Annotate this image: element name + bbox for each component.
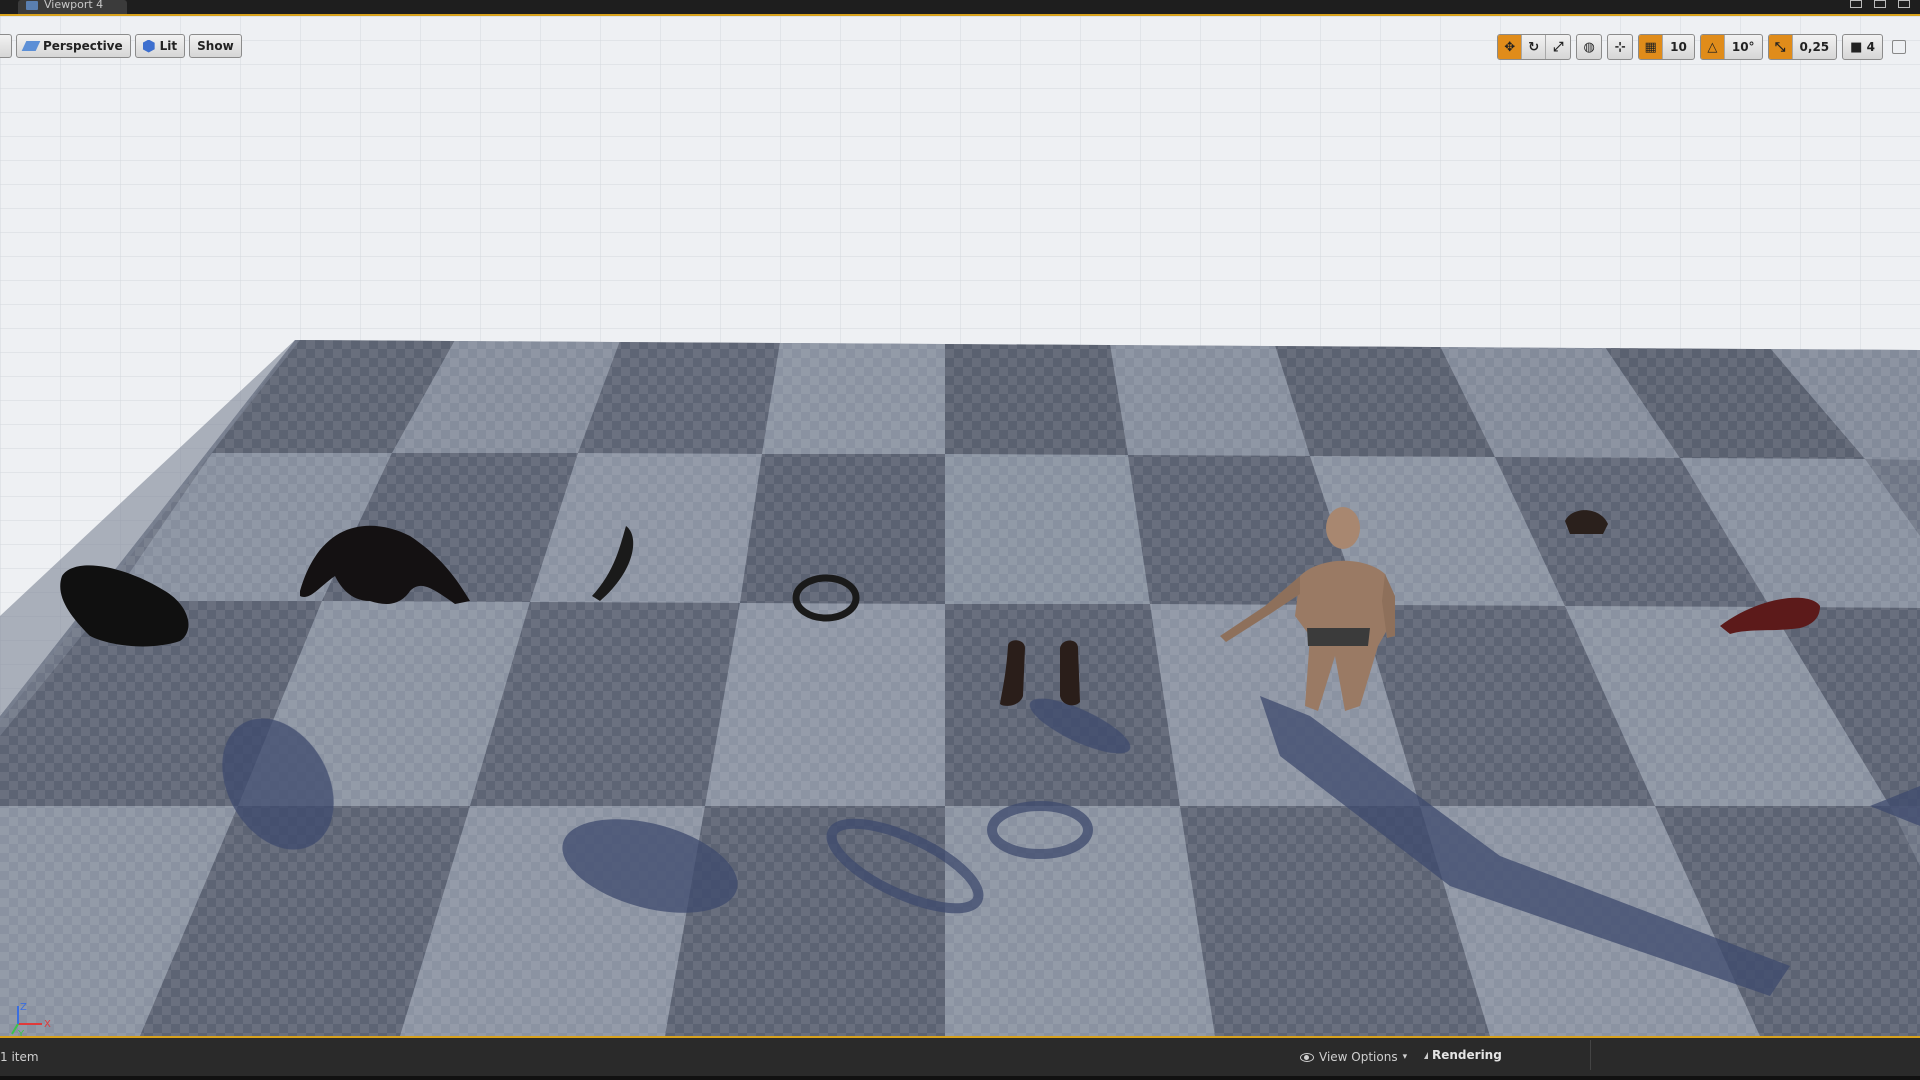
viewport-toolbar-left: Perspective Lit Show xyxy=(0,34,242,58)
rotate-icon: ↻ xyxy=(1528,39,1540,55)
rotation-snap: △ 10° xyxy=(1699,34,1763,60)
rotation-snap-toggle[interactable]: △ xyxy=(1700,35,1725,59)
level-viewport[interactable]: Perspective Lit Show ✥ ↻ ⤢ ◍ ⊹ ▦ 10 △ 10… xyxy=(0,16,1920,1036)
minimize-icon[interactable] xyxy=(1850,0,1862,8)
eye-icon xyxy=(1300,1052,1314,1062)
perspective-button[interactable]: Perspective xyxy=(16,34,131,58)
rendering-label: Rendering xyxy=(1432,1048,1502,1062)
rendering-section-header[interactable]: Rendering xyxy=(1424,1048,1502,1062)
grid-snap-value[interactable]: 10 xyxy=(1663,35,1694,59)
camera-speed-button[interactable]: ■ 4 xyxy=(1843,35,1882,59)
perspective-icon xyxy=(21,41,41,51)
lit-icon xyxy=(142,39,155,53)
status-bar: 1 item View Options ▾ Rendering xyxy=(0,1036,1920,1076)
grid-snap: ▦ 10 xyxy=(1638,34,1695,60)
viewport-tab[interactable]: Viewport 4 xyxy=(18,0,128,14)
axis-gizmo: X Z Y xyxy=(11,1002,51,1036)
translate-icon: ✥ xyxy=(1504,39,1516,55)
scale-snap-toggle[interactable]: ⤡ xyxy=(1768,35,1793,59)
show-button[interactable]: Show xyxy=(189,34,242,58)
rotate-tool-button[interactable]: ↻ xyxy=(1522,35,1547,59)
perspective-label: Perspective xyxy=(43,39,123,53)
close-icon[interactable] xyxy=(1898,0,1910,8)
camera-icon: ■ xyxy=(1850,39,1863,55)
axis-x-label: X xyxy=(44,1019,51,1030)
surface-snap-icon: ⊹ xyxy=(1614,39,1626,55)
maximize-icon[interactable] xyxy=(1874,0,1886,8)
scale-snap-icon: ⤡ xyxy=(1774,39,1786,55)
grid-icon: ▦ xyxy=(1644,39,1657,55)
viewport-scene[interactable] xyxy=(0,16,1920,1036)
bottom-border xyxy=(0,1076,1920,1080)
surface-snap-button[interactable]: ⊹ xyxy=(1608,35,1632,59)
lit-label: Lit xyxy=(159,39,178,53)
view-options-label: View Options xyxy=(1319,1050,1398,1064)
scale-snap: ⤡ 0,25 xyxy=(1767,34,1838,60)
collapse-triangle-icon xyxy=(1424,1051,1428,1059)
grid-snap-toggle[interactable]: ▦ xyxy=(1639,35,1664,59)
rotation-snap-value[interactable]: 10° xyxy=(1725,35,1762,59)
scale-icon: ⤢ xyxy=(1552,39,1564,55)
angle-icon: △ xyxy=(1707,39,1718,55)
viewport-menu-button[interactable] xyxy=(0,34,12,58)
transform-tools: ✥ ↻ ⤢ xyxy=(1497,34,1572,60)
window-controls xyxy=(1850,0,1910,8)
axis-y-label: Y xyxy=(17,1029,25,1036)
surface-snap: ⊹ xyxy=(1607,34,1634,60)
viewport-tab-label: Viewport 4 xyxy=(44,0,104,11)
item-count: 1 item xyxy=(0,1050,39,1064)
scale-snap-value[interactable]: 0,25 xyxy=(1793,35,1837,59)
translate-tool-button[interactable]: ✥ xyxy=(1498,35,1523,59)
chevron-down-icon: ▾ xyxy=(1402,1052,1408,1062)
camera-speed-value: 4 xyxy=(1866,40,1875,54)
viewport-icon xyxy=(26,1,38,10)
globe-icon: ◍ xyxy=(1583,39,1595,55)
view-options-button[interactable]: View Options ▾ xyxy=(1300,1050,1407,1064)
viewport-toolbar-right: ✥ ↻ ⤢ ◍ ⊹ ▦ 10 △ 10° ⤡ 0,25 ■ 4 xyxy=(1497,34,1906,60)
axis-z-label: Z xyxy=(20,1002,27,1013)
show-label: Show xyxy=(197,39,234,53)
camera-speed: ■ 4 xyxy=(1842,34,1883,60)
maximize-viewport-icon[interactable] xyxy=(1892,40,1906,54)
lit-button[interactable]: Lit xyxy=(134,34,186,58)
scale-tool-button[interactable]: ⤢ xyxy=(1546,35,1570,59)
world-space-button[interactable]: ◍ xyxy=(1577,35,1601,59)
window-titlebar: Viewport 4 xyxy=(0,0,1920,16)
coordinate-system: ◍ xyxy=(1576,34,1603,60)
